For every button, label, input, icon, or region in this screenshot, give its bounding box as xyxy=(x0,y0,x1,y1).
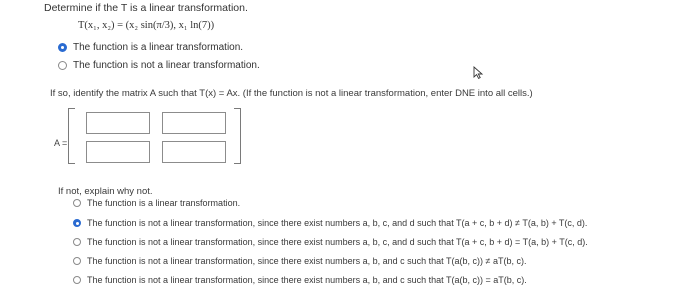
option-not-linear[interactable]: The function is not a linear transformat… xyxy=(58,60,260,71)
option-not-linear-label: The function is not a linear transformat… xyxy=(73,60,260,71)
reason-option-5[interactable]: The function is not a linear transformat… xyxy=(73,275,527,285)
matrix-bracket-right xyxy=(234,108,241,164)
option-not-linear-radio[interactable] xyxy=(58,61,67,70)
matrix-bracket-left xyxy=(68,108,75,164)
reason-option-3[interactable]: The function is not a linear transformat… xyxy=(73,237,588,247)
explain-prompt: If not, explain why not. xyxy=(58,186,153,197)
reason-option-5-label: The function is not a linear transformat… xyxy=(87,275,527,285)
reason-option-3-label: The function is not a linear transformat… xyxy=(87,237,588,247)
matrix-cell-2-2[interactable] xyxy=(162,141,226,163)
reason-option-4-label: The function is not a linear transformat… xyxy=(87,256,527,266)
reason-option-4[interactable]: The function is not a linear transformat… xyxy=(73,256,526,266)
matrix-cell-1-1[interactable] xyxy=(86,112,150,134)
matrix-instruction: If so, identify the matrix A such that T… xyxy=(50,88,533,99)
reason-option-1-label: The function is a linear transformation. xyxy=(87,198,241,208)
option-linear[interactable]: The function is a linear transformation. xyxy=(58,42,243,53)
reason-option-1[interactable]: The function is a linear transformation. xyxy=(73,198,240,208)
matrix-cell-1-2[interactable] xyxy=(162,112,226,134)
mouse-pointer-icon xyxy=(473,66,484,84)
reason-option-5-radio[interactable] xyxy=(73,276,81,284)
matrix-label: A = xyxy=(54,138,68,148)
reason-option-4-radio[interactable] xyxy=(73,257,81,265)
transformation-formula: T(x₁, x₂) = (x₂ sin(π/3), x₁ ln(7)) xyxy=(78,20,214,31)
matrix-cell-2-1[interactable] xyxy=(86,141,150,163)
reason-option-1-radio[interactable] xyxy=(73,199,81,207)
formula-rhs: (x₂ sin(π/3), x₁ ln(7)) xyxy=(125,20,215,31)
reason-option-3-radio[interactable] xyxy=(73,238,81,246)
option-linear-radio[interactable] xyxy=(58,43,67,52)
reason-option-2-radio[interactable] xyxy=(73,219,81,227)
question-title: Determine if the T is a linear transform… xyxy=(44,2,248,14)
reason-option-2[interactable]: The function is not a linear transformat… xyxy=(73,218,587,228)
option-linear-label: The function is a linear transformation. xyxy=(73,42,244,53)
formula-lhs: T(x₁, x₂) = xyxy=(78,20,126,31)
reason-option-2-label: The function is not a linear transformat… xyxy=(87,218,588,228)
